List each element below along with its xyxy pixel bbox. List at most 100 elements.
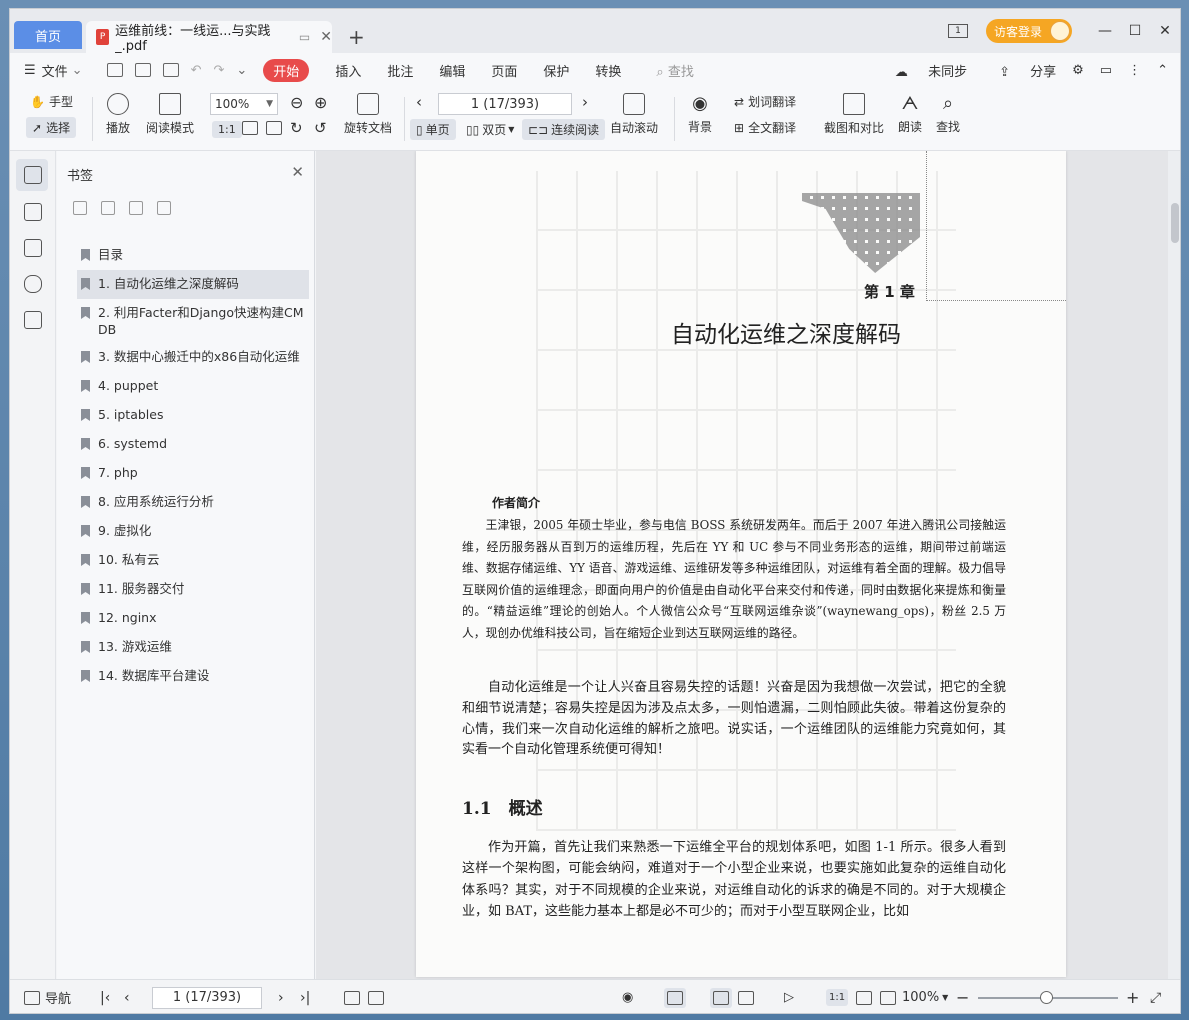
save-icon[interactable] [134,63,151,77]
background-button[interactable]: ◉ 背景 [688,93,712,135]
bookmark-item[interactable]: 13. 游戏运维 [77,633,309,662]
full-translate-button[interactable]: ⊞ 全文翻译 [734,119,796,136]
bookmark-item[interactable]: 8. 应用系统运行分析 [77,488,309,517]
bookmark-item[interactable]: 目录 [77,241,309,270]
bookmark-item[interactable]: 4. puppet [77,372,309,401]
zoom-out-icon[interactable]: − [956,988,969,1007]
screenshot-compare-button[interactable]: 截图和对比 [824,93,884,136]
zoom-select[interactable]: 100% ▼ [210,93,278,115]
page-input[interactable]: 1 (17/393) [438,93,572,115]
eye-protect-icon[interactable]: ◉ [622,990,633,1005]
next-page-icon[interactable]: › [278,990,284,1006]
prev-page-icon[interactable]: ‹ [416,93,422,111]
bookmark-item[interactable]: 12. nginx [77,604,309,633]
read-mode-button[interactable]: 阅读模式 [146,93,194,136]
back-icon[interactable] [344,990,360,1005]
hand-tool[interactable]: ✋ 手型 [30,93,73,110]
find-button[interactable]: ⌕ 查找 [936,93,960,135]
add-bookmark-icon[interactable] [73,201,87,215]
document-viewport[interactable]: 第 1 章 自动化运维之深度解码 作者简介 王津银，2005 年硕士毕业，参与电… [316,151,1180,979]
next-page-icon[interactable]: › [582,93,588,111]
word-translate-button[interactable]: ⇄ 划词翻译 [734,93,796,110]
play-icon[interactable]: ▷ [784,990,794,1005]
auto-scroll-button[interactable]: 自动滚动 [610,93,658,136]
rotate-left-icon[interactable]: ↻ [290,119,303,137]
collapse-icon[interactable]: ⌃ [1157,63,1168,78]
close-panel-icon[interactable]: ✕ [291,163,304,181]
monitor-icon[interactable]: ▭ [299,30,310,44]
vertical-scrollbar[interactable] [1168,151,1180,979]
comment-icon[interactable]: ▭ [1100,63,1112,78]
file-menu[interactable]: ☰ 文件 ⌄ [24,61,83,80]
guest-login-button[interactable]: 访客登录 [985,19,1072,43]
single-view-icon[interactable] [710,987,732,1008]
double-page-button[interactable]: ▯▯ 双页 ▼ [466,121,514,138]
fit-page-icon[interactable] [242,121,258,135]
share-button[interactable]: ⇪ 分享 [983,61,1056,80]
actual-size-icon[interactable]: 1:1 [212,121,242,138]
menu-page[interactable]: 页面 [491,61,517,80]
menu-annotate[interactable]: 批注 [387,61,413,80]
status-page-input[interactable]: 1 (17/393) [152,986,262,1009]
bookmark-item[interactable]: 6. systemd [77,430,309,459]
zoom-in-icon[interactable]: ⊕ [314,93,327,112]
menu-edit[interactable]: 编辑 [439,61,465,80]
bookmark-item[interactable]: 11. 服务器交付 [77,575,309,604]
forward-icon[interactable] [368,990,384,1005]
last-page-icon[interactable]: ›| [300,990,310,1006]
zoom-slider[interactable] [978,991,1118,1004]
attachment-icon[interactable] [24,275,42,293]
first-page-icon[interactable]: |‹ [100,990,110,1006]
bookmark-item[interactable]: 9. 虚拟化 [77,517,309,546]
double-view-icon[interactable] [738,990,754,1005]
bookmark-item[interactable]: 5. iptables [77,401,309,430]
sync-status[interactable]: ☁ 未同步 [879,61,967,80]
menu-protect[interactable]: 保护 [543,61,569,80]
zoom-dropdown[interactable]: 100% ▼ [902,990,948,1005]
maximize-button[interactable]: ☐ [1120,23,1150,39]
menu-insert[interactable]: 插入 [335,61,361,80]
scrollbar-thumb[interactable] [1171,203,1179,243]
single-page-button[interactable]: ▯ 单页 [410,119,456,140]
menu-search[interactable]: ⌕ 查找 [656,61,693,80]
window-count-icon[interactable]: 1 [947,24,968,38]
comment-icon[interactable] [24,239,42,257]
more-dropdown-icon[interactable]: ⌄ [236,63,247,78]
bookmark-item[interactable]: 1. 自动化运维之深度解码 [77,270,309,299]
bookmark-item[interactable]: 7. php [77,459,309,488]
expand-bookmark-icon[interactable] [129,201,143,215]
undo-icon[interactable]: ↶ [191,63,202,78]
zoom-in-icon[interactable]: + [1126,988,1139,1007]
close-window-button[interactable]: ✕ [1150,23,1180,39]
actual-size-icon[interactable]: 1:1 [826,989,849,1006]
rotate-doc-button[interactable]: 旋转文档 [344,93,392,136]
bookmark-item[interactable]: 14. 数据库平台建设 [77,662,309,691]
bookmark-item[interactable]: 3. 数据中心搬迁中的x86自动化运维 [77,343,309,372]
open-icon[interactable] [106,63,123,77]
continuous-view-icon[interactable] [664,987,686,1008]
bookmark-item[interactable]: 2. 利用Facter和Django快速构建CMDB [77,299,309,343]
settings-icon[interactable]: ⚙ [1072,63,1084,78]
bookmark-icon[interactable] [24,166,42,184]
tab-document[interactable]: P 运维前线：一线运...与实践_.pdf ▭ ✕ [86,21,332,54]
print-icon[interactable] [162,63,179,77]
redo-icon[interactable]: ↷ [213,63,224,78]
fit-page-icon[interactable] [856,990,872,1005]
signature-icon[interactable] [24,311,42,329]
minimize-button[interactable]: — [1090,23,1120,39]
zoom-out-icon[interactable]: ⊖ [290,93,303,112]
rotate-right-icon[interactable]: ↺ [314,119,327,137]
read-aloud-button[interactable]: ᗅ 朗读 [898,93,922,135]
continuous-read-button[interactable]: ⊏⊐ 连续阅读 [522,119,606,140]
menu-start[interactable]: 开始 [263,58,310,82]
fullscreen-icon[interactable]: ⤢ [1150,990,1161,1006]
play-button[interactable]: 播放 [106,93,130,136]
close-tab-icon[interactable]: ✕ [320,29,332,45]
tab-home[interactable]: 首页 [14,21,82,49]
more-icon[interactable]: ⋮ [1128,63,1141,78]
nav-toggle[interactable]: 导航 [24,988,71,1007]
thumbnail-icon[interactable] [24,203,42,221]
prev-page-icon[interactable]: ‹ [124,990,130,1006]
select-tool[interactable]: ➚ 选择 [26,117,77,138]
new-tab-button[interactable]: + [348,25,365,49]
